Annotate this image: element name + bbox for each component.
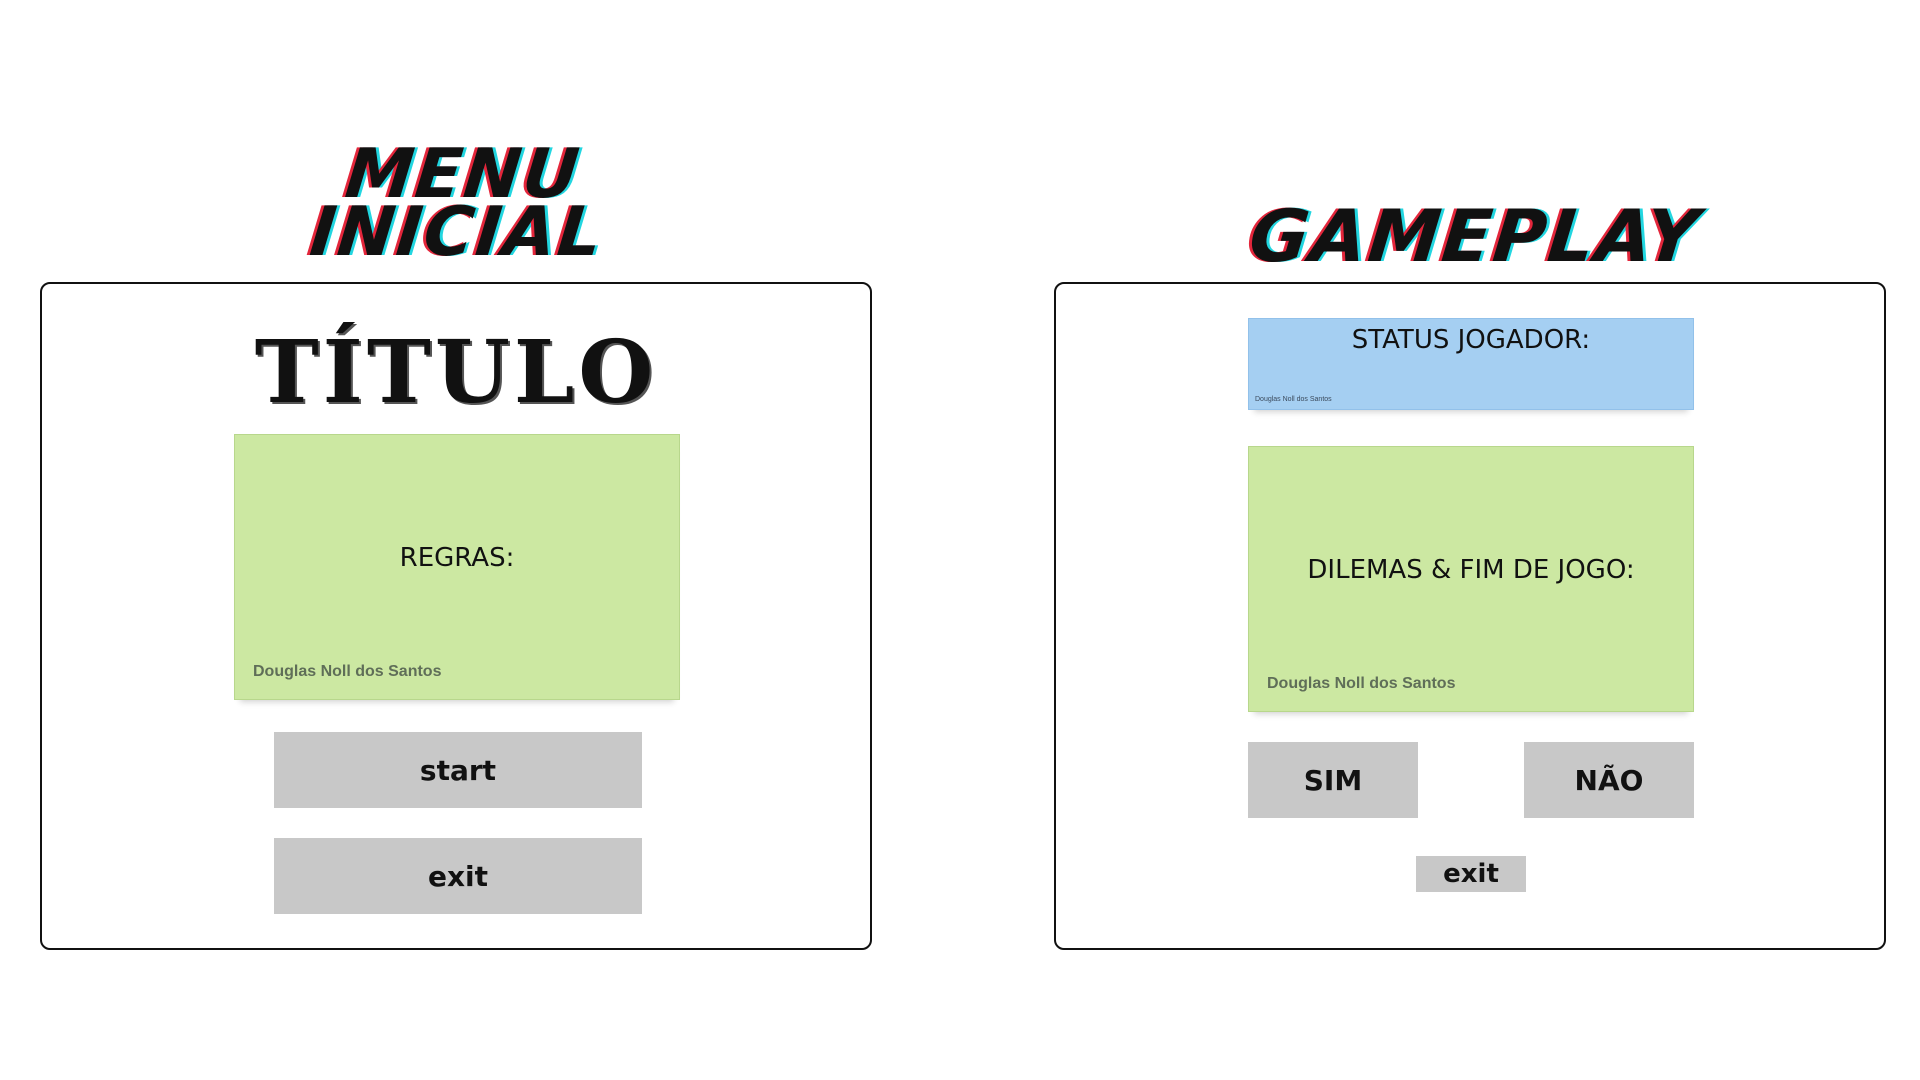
rules-label: REGRAS: <box>399 543 515 573</box>
gameplay-exit-button[interactable]: exit <box>1416 856 1526 892</box>
rules-note: REGRAS: Douglas Noll dos Santos <box>234 434 680 700</box>
game-title: TÍTULO <box>254 322 658 423</box>
dilemmas-note: DILEMAS & FIM DE JOGO: Douglas Noll dos … <box>1248 446 1694 712</box>
yes-button[interactable]: SIM <box>1248 742 1418 818</box>
dilemmas-author: Douglas Noll dos Santos <box>1267 675 1456 692</box>
status-author: Douglas Noll dos Santos <box>1255 396 1332 403</box>
menu-inicial-panel: TÍTULO REGRAS: Douglas Noll dos Santos s… <box>40 282 872 950</box>
menu-exit-button[interactable]: exit <box>274 838 642 914</box>
canvas: MENU INICIAL GAMEPLAY TÍTULO REGRAS: Dou… <box>0 0 1920 1080</box>
dilemmas-label: DILEMAS & FIM DE JOGO: <box>1307 555 1635 585</box>
menu-inicial-heading: MENU INICIAL <box>284 135 636 272</box>
rules-author: Douglas Noll dos Santos <box>253 663 442 680</box>
gameplay-panel: STATUS JOGADOR: Douglas Noll dos Santos … <box>1054 282 1886 950</box>
gameplay-heading-text: GAMEPLAY <box>1245 194 1705 278</box>
no-button[interactable]: NÃO <box>1524 742 1694 818</box>
player-status-note: STATUS JOGADOR: Douglas Noll dos Santos <box>1248 318 1694 410</box>
menu-heading-line2: INICIAL <box>306 193 608 272</box>
start-button[interactable]: start <box>274 732 642 808</box>
gameplay-heading: GAMEPLAY <box>1245 194 1705 278</box>
player-status-label: STATUS JOGADOR: <box>1351 325 1591 355</box>
